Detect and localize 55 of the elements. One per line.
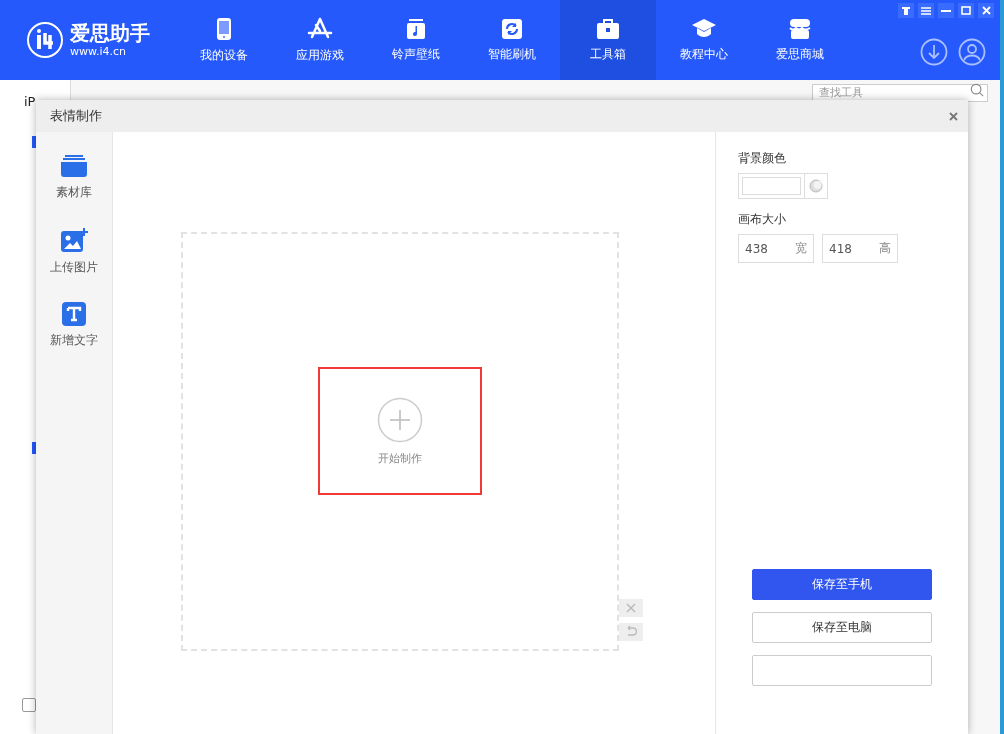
close-button[interactable] <box>978 3 994 18</box>
logo-name: 爱思助手 <box>70 21 150 45</box>
color-field[interactable] <box>738 173 828 199</box>
add-image-icon <box>60 227 88 253</box>
music-icon <box>405 17 427 40</box>
tool-item[interactable]: 新增文字 <box>50 302 98 349</box>
nav-tab[interactable]: 智能刷机 <box>464 0 560 80</box>
close-icon[interactable] <box>949 111 958 121</box>
phone-icon <box>215 16 233 41</box>
store-icon <box>788 17 812 40</box>
maximize-icon <box>961 6 971 15</box>
undo-button[interactable] <box>619 622 643 641</box>
logo-url: www.i4.cn <box>70 45 128 59</box>
close-icon <box>626 602 636 613</box>
menu-icon <box>921 6 931 15</box>
user-icon[interactable] <box>958 38 986 66</box>
size-field[interactable]: 418 高 <box>822 234 898 263</box>
canvas-size-label: 画布大小 <box>738 211 787 228</box>
download-icon[interactable] <box>920 38 948 66</box>
text-icon <box>62 302 86 326</box>
tool-item[interactable]: 上传图片 <box>50 227 98 276</box>
skin-button[interactable] <box>898 3 914 18</box>
tool-item[interactable]: 素材库 <box>56 154 92 201</box>
nav-tab[interactable]: 铃声壁纸 <box>368 0 464 80</box>
app-store-icon <box>307 16 333 41</box>
shirt-icon <box>901 6 911 15</box>
nav-tab[interactable]: 教程中心 <box>656 0 752 80</box>
refresh-icon <box>501 17 523 40</box>
logo-icon <box>26 21 64 59</box>
plus-icon <box>377 396 423 443</box>
undo-icon <box>625 626 637 637</box>
minimize-button[interactable] <box>938 3 954 18</box>
menu-button[interactable] <box>918 3 934 18</box>
nav-tab[interactable]: 工具箱 <box>560 0 656 80</box>
save-to-computer-button[interactable]: 保存至电脑 <box>752 612 932 643</box>
maximize-button[interactable] <box>958 3 974 18</box>
device-tab[interactable]: iP <box>24 94 36 109</box>
checkbox[interactable] <box>22 698 36 712</box>
minimize-icon <box>941 8 951 13</box>
folder-icon <box>60 154 88 178</box>
save-to-phone-button[interactable]: 保存至手机 <box>752 569 932 600</box>
color-picker-icon[interactable] <box>809 179 823 193</box>
search-field[interactable]: 查找工具 <box>812 83 988 102</box>
close-icon <box>981 6 991 15</box>
toolbox-icon <box>596 17 620 40</box>
dialog-title: 表情制作 <box>50 107 102 125</box>
nav-tab[interactable]: 我的设备 <box>176 0 272 80</box>
delete-button[interactable] <box>619 598 643 617</box>
size-field[interactable]: 438 宽 <box>738 234 814 263</box>
background-color-label: 背景颜色 <box>738 150 787 167</box>
nav-tab[interactable]: 应用游戏 <box>272 0 368 80</box>
graduation-cap-icon <box>691 17 717 40</box>
nav-tab[interactable]: 爱思商城 <box>752 0 848 80</box>
search-icon <box>970 83 984 97</box>
start-button[interactable]: 开始制作 <box>318 367 482 495</box>
